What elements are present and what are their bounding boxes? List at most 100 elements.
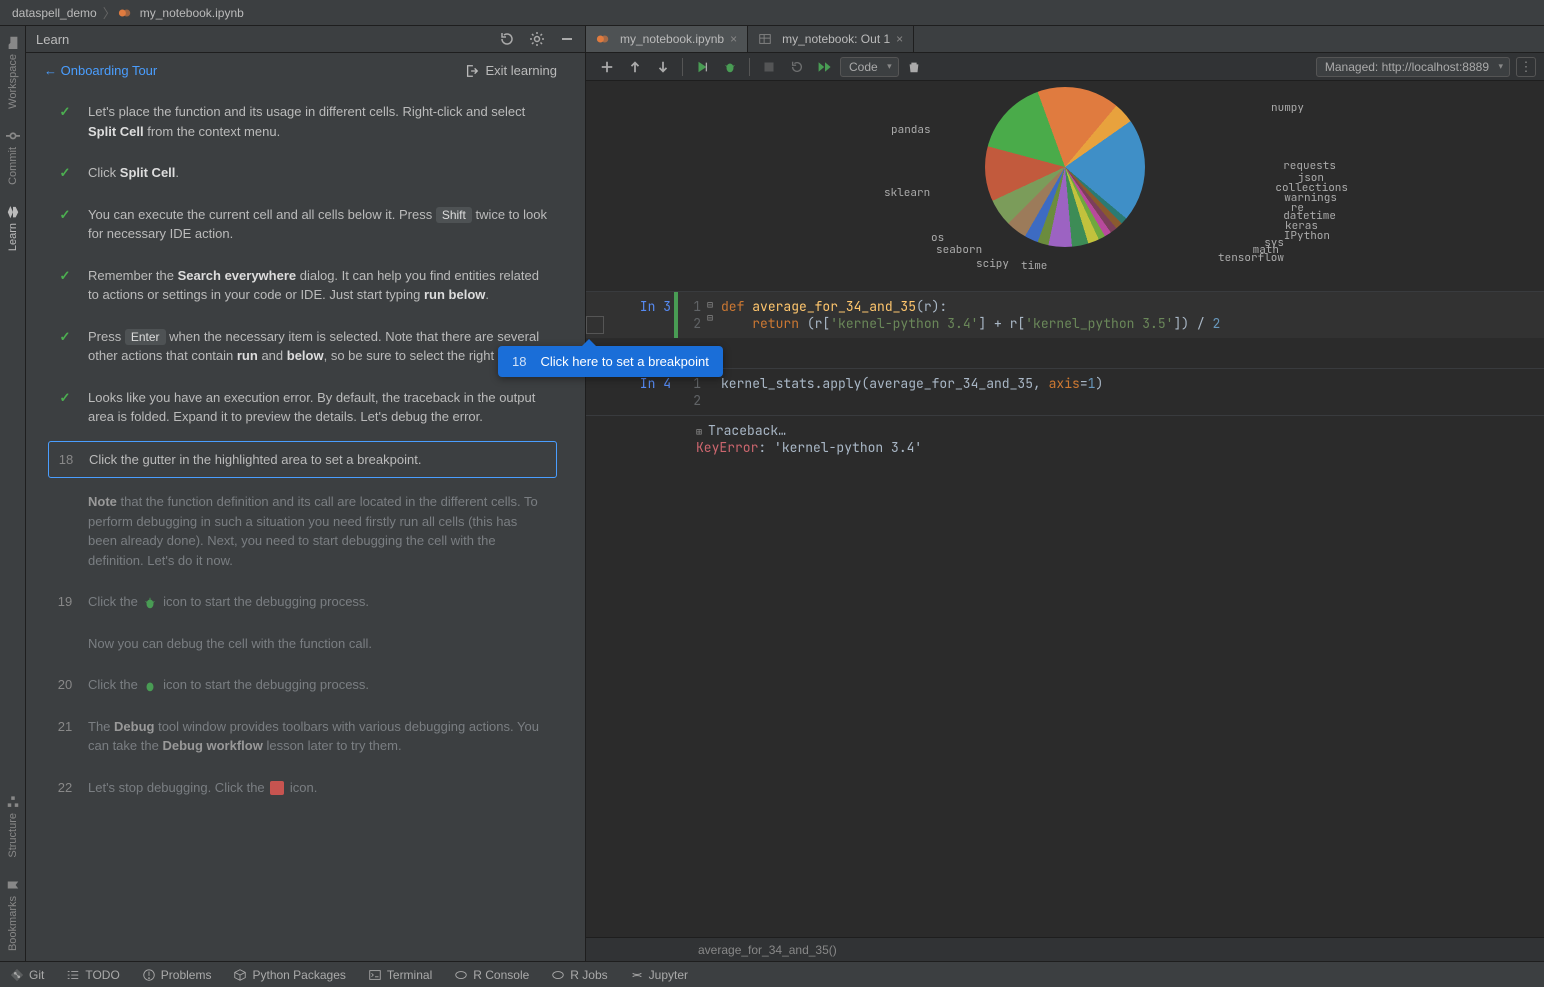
bb-rconsole[interactable]: R Console bbox=[454, 968, 529, 982]
restart-icon[interactable] bbox=[499, 31, 515, 47]
run-all-button[interactable] bbox=[812, 56, 838, 78]
editor-body[interactable]: numpy pandas sklearn requests json colle… bbox=[586, 81, 1544, 937]
step-text: Note that the function definition and it… bbox=[88, 492, 549, 570]
fold-gutter[interactable]: ⊟⊟ bbox=[707, 292, 721, 338]
play-icon bbox=[695, 60, 709, 74]
breakpoint-tooltip: 18 Click here to set a breakpoint bbox=[498, 346, 723, 377]
learn-subheader: ← Onboarding Tour Exit learning bbox=[26, 53, 585, 84]
rail-structure[interactable]: Structure bbox=[6, 785, 20, 868]
cell-output: ⊞Traceback… KeyError: 'kernel-python 3.4… bbox=[586, 415, 1544, 462]
rail-learn[interactable]: Learn bbox=[6, 195, 20, 261]
step-future: 21 The Debug tool window provides toolba… bbox=[48, 709, 557, 764]
structure-icon bbox=[6, 795, 20, 809]
learn-title: Learn bbox=[36, 32, 69, 47]
pie-label: sklearn bbox=[884, 186, 930, 200]
exit-learning-link[interactable]: Exit learning bbox=[465, 63, 557, 78]
step-number: 20 bbox=[56, 675, 74, 695]
bb-git[interactable]: Git bbox=[10, 968, 44, 982]
pie-chart: numpy pandas sklearn requests json colle… bbox=[586, 81, 1544, 291]
bb-rjobs[interactable]: R Jobs bbox=[551, 968, 607, 982]
code-content[interactable]: kernel_stats.apply(average_for_34_and_35… bbox=[721, 369, 1544, 415]
line-numbers: 12 bbox=[681, 292, 707, 338]
move-down-button[interactable] bbox=[650, 56, 676, 78]
bug-icon bbox=[143, 679, 157, 693]
tooltip-step-number: 18 bbox=[512, 354, 526, 369]
move-up-button[interactable] bbox=[622, 56, 648, 78]
traceback-label[interactable]: Traceback… bbox=[708, 422, 786, 439]
bb-terminal[interactable]: Terminal bbox=[368, 968, 432, 982]
add-cell-button[interactable] bbox=[594, 56, 620, 78]
step-text: Let's stop debugging. Click the icon. bbox=[88, 778, 549, 798]
step-text: Click Split Cell. bbox=[88, 163, 549, 183]
step-number: 21 bbox=[56, 717, 74, 756]
step-future: 22 Let's stop debugging. Click the icon. bbox=[48, 770, 557, 806]
rail-learn-label: Learn bbox=[7, 223, 19, 251]
code-cell-3[interactable]: In 3 12 ⊟⊟ def average_for_34_and_35(r):… bbox=[586, 291, 1544, 338]
steps-list[interactable]: ✓ Let's place the function and its usage… bbox=[26, 84, 585, 961]
notebook-toolbar: Code Managed: http://localhost:8889 ⋮ bbox=[586, 53, 1544, 81]
rail-bookmarks[interactable]: Bookmarks bbox=[6, 868, 20, 961]
commit-icon bbox=[6, 129, 20, 143]
close-icon[interactable]: × bbox=[896, 32, 903, 46]
git-icon bbox=[10, 968, 24, 982]
kernel-dropdown[interactable]: Managed: http://localhost:8889 bbox=[1316, 57, 1510, 77]
exit-label: Exit learning bbox=[485, 63, 557, 78]
code-content[interactable]: def average_for_34_and_35(r): return (r[… bbox=[721, 292, 1544, 338]
bb-jupyter[interactable]: Jupyter bbox=[630, 968, 688, 982]
cell-type-dropdown[interactable]: Code bbox=[840, 57, 899, 77]
code-cell-4[interactable]: In 4 12 kernel_stats.apply(average_for_3… bbox=[586, 368, 1544, 415]
step-text: Let's place the function and its usage i… bbox=[88, 102, 549, 141]
pie-label: numpy bbox=[1271, 101, 1304, 115]
check-icon: ✓ bbox=[56, 266, 74, 305]
bb-todo[interactable]: TODO bbox=[66, 968, 119, 982]
minimize-icon[interactable] bbox=[559, 31, 575, 47]
editor-tab-output[interactable]: my_notebook: Out 1 × bbox=[748, 26, 914, 52]
editor-tab-notebook[interactable]: my_notebook.ipynb × bbox=[586, 26, 748, 52]
close-icon[interactable]: × bbox=[730, 32, 737, 46]
step-text: Click the icon to start the debugging pr… bbox=[88, 592, 549, 612]
rail-commit[interactable]: Commit bbox=[6, 119, 20, 195]
table-icon bbox=[758, 32, 772, 46]
check-icon: ✓ bbox=[56, 102, 74, 141]
cell-prompt: In 3 bbox=[586, 292, 681, 338]
back-link[interactable]: ← Onboarding Tour bbox=[44, 63, 157, 78]
exit-icon bbox=[465, 64, 479, 78]
notebook-icon bbox=[118, 6, 132, 20]
step-number: 19 bbox=[56, 592, 74, 612]
bb-packages[interactable]: Python Packages bbox=[233, 968, 345, 982]
rail-structure-label: Structure bbox=[7, 813, 19, 858]
trash-icon bbox=[907, 60, 921, 74]
editor-tabs: my_notebook.ipynb × my_notebook: Out 1 × bbox=[586, 26, 1544, 53]
delete-cell-button[interactable] bbox=[901, 56, 927, 78]
run-cell-button[interactable] bbox=[689, 56, 715, 78]
status-context: average_for_34_and_35() bbox=[698, 943, 837, 957]
breadcrumb-file[interactable]: my_notebook.ipynb bbox=[136, 6, 248, 20]
step-done: ✓ Click Split Cell. bbox=[48, 155, 557, 191]
plus-icon bbox=[600, 60, 614, 74]
more-button[interactable]: ⋮ bbox=[1516, 57, 1536, 77]
stop-button[interactable] bbox=[756, 56, 782, 78]
bug-icon bbox=[143, 596, 157, 610]
left-tool-rail: Workspace Commit Learn Structure Bookmar… bbox=[0, 26, 26, 961]
check-icon: ✓ bbox=[56, 327, 74, 366]
tooltip-text: Click here to set a breakpoint bbox=[540, 354, 708, 369]
breadcrumb-root[interactable]: dataspell_demo bbox=[8, 6, 101, 20]
arrow-up-icon bbox=[628, 60, 642, 74]
debug-cell-button[interactable] bbox=[717, 56, 743, 78]
step-number: 22 bbox=[56, 778, 74, 798]
learn-header: Learn bbox=[26, 26, 585, 53]
restart-kernel-button[interactable] bbox=[784, 56, 810, 78]
expand-icon[interactable]: ⊞ bbox=[696, 425, 702, 438]
editor-status-bar: average_for_34_and_35() bbox=[586, 937, 1544, 961]
step-future: 20 Click the icon to start the debugging… bbox=[48, 667, 557, 703]
rail-workspace[interactable]: Workspace bbox=[6, 26, 20, 119]
step-done: ✓ Looks like you have an execution error… bbox=[48, 380, 557, 435]
step-number: 18 bbox=[57, 450, 75, 470]
gear-icon[interactable] bbox=[529, 31, 545, 47]
bb-problems[interactable]: Problems bbox=[142, 968, 212, 982]
pie-label: seaborn bbox=[936, 243, 982, 257]
breakpoint-gutter[interactable] bbox=[586, 316, 604, 334]
step-done: ✓ Let's place the function and its usage… bbox=[48, 94, 557, 149]
folder-icon bbox=[6, 36, 20, 50]
check-icon: ✓ bbox=[56, 205, 74, 244]
